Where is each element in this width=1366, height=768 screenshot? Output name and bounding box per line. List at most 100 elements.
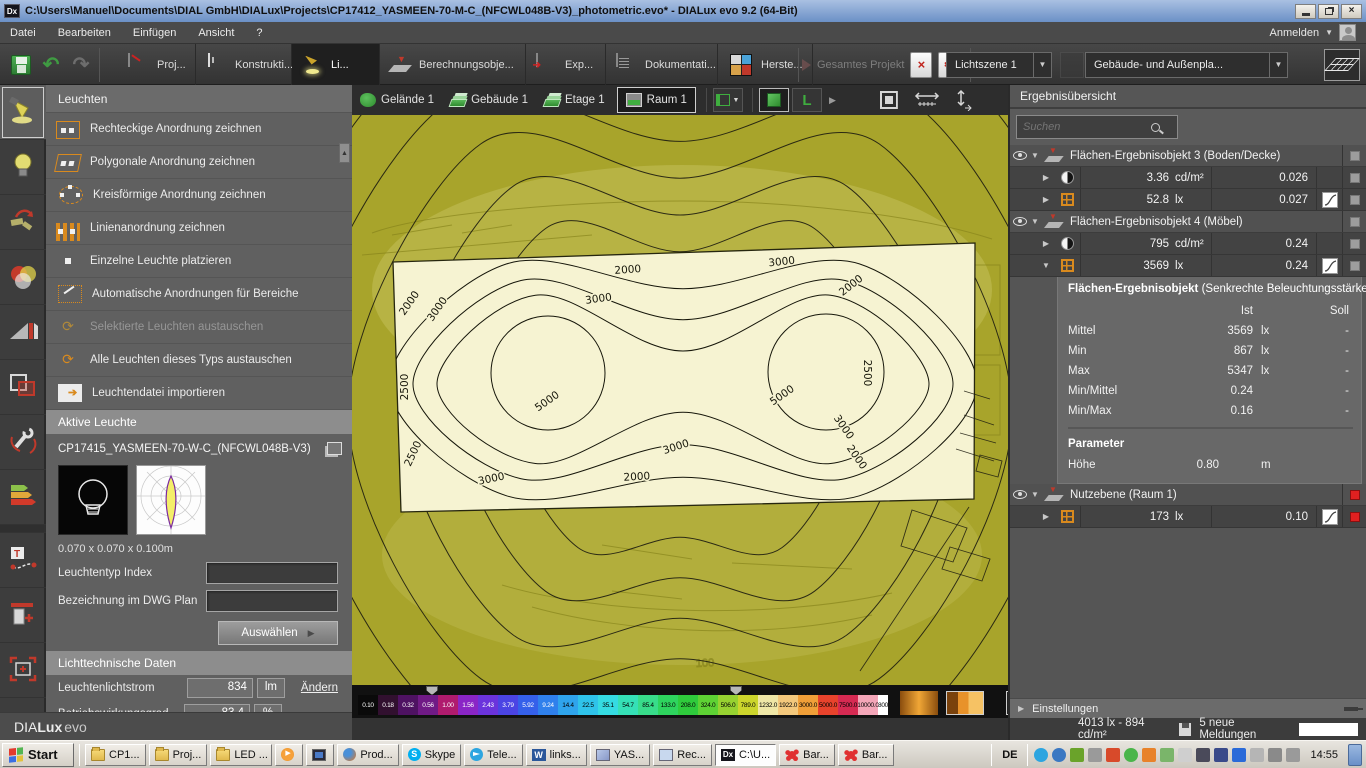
taskbar-button-display[interactable] (306, 744, 334, 766)
search-box[interactable] (1016, 115, 1178, 139)
close-button[interactable]: × (1341, 4, 1362, 19)
action-line-array[interactable]: Linienanordnung zeichnen (46, 212, 352, 245)
view-plane-button[interactable] (1324, 49, 1360, 81)
taskbar-button-skype-skype[interactable]: SSkype (402, 744, 462, 766)
tool-luminaires-button[interactable] (0, 85, 46, 140)
change-link[interactable]: Ändern (301, 682, 338, 694)
tray-task-ok-icon[interactable] (1160, 748, 1174, 762)
collapse-icon[interactable]: ▼ (1026, 151, 1044, 160)
zoom-fit-icon[interactable] (880, 91, 898, 109)
copy-luminaire-icon[interactable] (327, 442, 342, 455)
mode-tab-light[interactable]: Li... (292, 44, 380, 85)
tray-print-error-icon[interactable] (1250, 748, 1264, 762)
tray-java-icon[interactable] (1142, 748, 1156, 762)
tool-focus-area-button[interactable] (0, 643, 46, 698)
scroll-up-button[interactable]: ▲ (339, 143, 350, 163)
color-marker[interactable] (1350, 173, 1360, 183)
tray-volume-icon[interactable] (1286, 748, 1300, 762)
taskbar-button-paint-bar[interactable]: Bar... (779, 744, 835, 766)
tool-light-color-button[interactable] (0, 250, 46, 305)
taskbar-button-firefox-prod[interactable]: Prod... (337, 744, 398, 766)
planning-scope-caret-icon[interactable]: ▼ (1270, 52, 1288, 78)
light-scene-edit-button[interactable] (1060, 52, 1084, 78)
sign-in-caret-icon[interactable]: ▼ (1325, 28, 1333, 37)
taskbar-button-telegram-tele[interactable]: Tele... (464, 744, 522, 766)
result-group-boden-decke[interactable]: ▼ Flächen-Ergebnisobjekt 3 (Boden/Decke) (1010, 145, 1366, 167)
undo-button[interactable]: ↶ (36, 50, 66, 80)
tool-text-label-button[interactable]: T (0, 533, 46, 588)
cad-viewport[interactable]: 1002000300030002000200030002500250030002… (352, 115, 1008, 685)
menu-datei[interactable]: Datei (10, 27, 36, 39)
tray-thunderbird-icon[interactable] (1052, 748, 1066, 762)
falsecolor-stepped-button[interactable] (946, 691, 984, 715)
language-indicator[interactable]: DE (998, 749, 1021, 761)
select-luminaire-button[interactable]: Auswählen▶ (218, 621, 338, 645)
measure-width-icon[interactable] (914, 91, 940, 109)
cancel-calculation-button[interactable]: × (910, 52, 932, 78)
tool-maintenance-button[interactable] (0, 415, 46, 470)
taskbar-button-folder-proj[interactable]: Proj... (149, 744, 208, 766)
visibility-eye-icon[interactable] (1013, 151, 1027, 160)
color-marker[interactable] (1350, 151, 1360, 161)
planning-scope-select[interactable]: Gebäude- und Außenpla... (1085, 52, 1270, 78)
more-views-arrow-icon[interactable]: ▶ (829, 95, 836, 106)
result-row-expanded[interactable]: ▼ 3569lx 0.24 (1010, 255, 1366, 277)
scene-tab-gebaeude[interactable]: Gebäude 1 (442, 85, 536, 115)
tool-energy-button[interactable] (0, 470, 46, 525)
scene-tab-gelaende[interactable]: Gelände 1 (352, 85, 442, 115)
mode-tab-construction[interactable]: Konstrukti... (196, 44, 292, 85)
light-scene-caret-icon[interactable]: ▼ (1034, 52, 1052, 78)
tray-usb-icon[interactable] (1088, 748, 1102, 762)
color-marker[interactable] (1350, 239, 1360, 249)
expand-icon[interactable]: ▶ (1038, 239, 1054, 248)
search-input[interactable] (1017, 121, 1151, 133)
result-group-nutzebene[interactable]: ▼ Nutzebene (Raum 1) (1010, 484, 1366, 506)
settings-expand-icon[interactable]: ▶ (1018, 704, 1024, 713)
taskbar-button-paint-bar[interactable]: Bar... (838, 744, 894, 766)
menu-help[interactable]: ? (256, 27, 262, 39)
taskbar-button-dialux-cu[interactable]: DxC:\U... (715, 744, 776, 766)
mode-tab-project[interactable]: Proj... (118, 44, 196, 85)
action-rect-array[interactable]: Rechteckige Anordnung zeichnen (46, 113, 352, 146)
tool-lamps-button[interactable] (0, 140, 46, 195)
scene-tab-raum[interactable]: Raum 1 (617, 87, 696, 113)
taskbar-button-recorder-rec[interactable]: Rec... (653, 744, 712, 766)
tool-dimming-button[interactable] (0, 305, 46, 360)
tool-orientation-button[interactable] (0, 195, 46, 250)
legend-lower-handle[interactable] (426, 686, 438, 695)
collapse-icon[interactable]: ▼ (1026, 490, 1044, 499)
pin-icon[interactable] (1344, 707, 1358, 711)
tray-nvidia-icon[interactable] (1070, 748, 1084, 762)
measure-height-icon[interactable] (956, 89, 974, 111)
tray-display-icon[interactable] (1214, 748, 1228, 762)
minimize-button[interactable] (1295, 4, 1316, 19)
tray-power-icon[interactable] (1178, 748, 1192, 762)
action-poly-array[interactable]: Polygonale Anordnung zeichnen (46, 146, 352, 179)
visibility-eye-icon[interactable] (1013, 490, 1027, 499)
taskbar-button-folder-cp[interactable]: CP1... (85, 744, 146, 766)
expand-icon[interactable]: ▶ (1038, 195, 1054, 204)
action-auto-wand[interactable]: Automatische Anordnungen für Bereiche (46, 278, 352, 311)
type-index-input[interactable] (206, 562, 338, 584)
luminaire-polar-diagram[interactable] (136, 465, 206, 535)
isoline-icon[interactable] (1322, 192, 1338, 208)
isoline-icon[interactable] (1322, 509, 1338, 525)
color-marker[interactable] (1350, 217, 1360, 227)
settings-section[interactable]: ▶ Einstellungen (1010, 698, 1366, 718)
clock[interactable]: 14:55 (1304, 749, 1344, 761)
mode-tab-calc-objects[interactable]: Berechnungsobje... (380, 44, 526, 85)
start-button[interactable]: Start (2, 743, 74, 767)
color-marker[interactable] (1350, 195, 1360, 205)
show-desktop-button[interactable] (1348, 744, 1362, 766)
action-circle-array[interactable]: Kreisförmige Anordnung zeichnen (46, 179, 352, 212)
result-row[interactable]: ▶ 173lx 0.10 (1010, 506, 1366, 528)
tray-display-error-icon[interactable] (1196, 748, 1210, 762)
result-row[interactable]: ▶ 52.8lx 0.027 (1010, 189, 1366, 211)
result-row[interactable]: ▶ 3.36cd/m² 0.026 (1010, 167, 1366, 189)
expand-icon[interactable]: ▶ (1038, 173, 1054, 182)
floorplan-view-button[interactable]: ▼ (713, 88, 743, 112)
expand-icon[interactable]: ▶ (1038, 512, 1054, 521)
taskbar-button-photo-app-yas[interactable]: YAS... (590, 744, 650, 766)
view-3d-button[interactable] (759, 88, 789, 112)
sign-in-link[interactable]: Anmelden (1270, 27, 1320, 39)
